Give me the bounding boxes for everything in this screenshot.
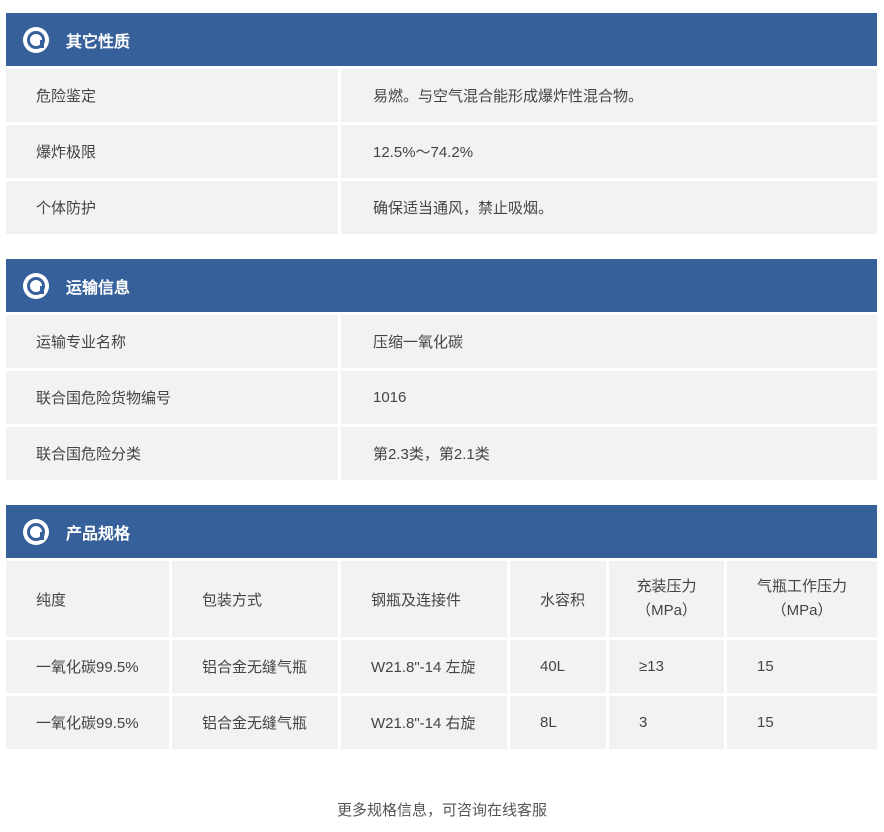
section-transport-info: 运输信息 运输专业名称 压缩一氧化碳 联合国危险货物编号 1016 联合国危险分… bbox=[6, 259, 877, 480]
table-row: 联合国危险货物编号 1016 bbox=[6, 371, 877, 424]
row-key: 个体防护 bbox=[6, 181, 338, 234]
section-title: 运输信息 bbox=[66, 279, 131, 297]
cell-cylinder: W21.8"-14 右旋 bbox=[341, 696, 507, 749]
brand-logo-icon bbox=[23, 272, 49, 299]
cell-cylinder: W21.8"-14 左旋 bbox=[341, 640, 507, 693]
section-other-properties: 其它性质 危险鉴定 易燃。与空气混合能形成爆炸性混合物。 爆炸极限 12.5%～… bbox=[6, 13, 877, 234]
row-value: 12.5%～74.2% bbox=[341, 125, 877, 178]
table-row: 一氧化碳99.5% 铝合金无缝气瓶 W21.8"-14 右旋 8L 3 15 bbox=[6, 696, 877, 749]
table-header-row: 纯度 包装方式 钢瓶及连接件 水容积 充装压力 （MPa） 气瓶工作压力 （MP… bbox=[6, 561, 877, 637]
row-key: 危险鉴定 bbox=[6, 69, 338, 122]
spec-table: 纯度 包装方式 钢瓶及连接件 水容积 充装压力 （MPa） 气瓶工作压力 （MP… bbox=[6, 561, 877, 749]
table-row: 运输专业名称 压缩一氧化碳 bbox=[6, 315, 877, 368]
cell-water-volume: 40L bbox=[510, 640, 606, 693]
table-row: 爆炸极限 12.5%～74.2% bbox=[6, 125, 877, 178]
section-header: 产品规格 bbox=[6, 505, 877, 558]
header-packaging: 包装方式 bbox=[172, 561, 338, 637]
header-water-volume: 水容积 bbox=[510, 561, 606, 637]
row-key: 运输专业名称 bbox=[6, 315, 338, 368]
table-row: 一氧化碳99.5% 铝合金无缝气瓶 W21.8"-14 左旋 40L ≥13 1… bbox=[6, 640, 877, 693]
row-key: 联合国危险分类 bbox=[6, 427, 338, 480]
brand-logo-icon bbox=[23, 518, 49, 545]
section-header: 运输信息 bbox=[6, 259, 877, 312]
cell-purity: 一氧化碳99.5% bbox=[6, 696, 169, 749]
cell-packaging: 铝合金无缝气瓶 bbox=[172, 696, 338, 749]
cell-work-pressure: 15 bbox=[727, 640, 877, 693]
section-header: 其它性质 bbox=[6, 13, 877, 66]
section-product-spec: 产品规格 纯度 包装方式 钢瓶及连接件 水容积 充装压力 （MPa） 气瓶工作压… bbox=[6, 505, 877, 749]
cell-work-pressure: 15 bbox=[727, 696, 877, 749]
header-fill-pressure-unit: （MPa） bbox=[636, 602, 697, 619]
cell-packaging: 铝合金无缝气瓶 bbox=[172, 640, 338, 693]
row-value: 1016 bbox=[341, 371, 877, 424]
row-value: 易燃。与空气混合能形成爆炸性混合物。 bbox=[341, 69, 877, 122]
header-purity: 纯度 bbox=[6, 561, 169, 637]
cell-purity: 一氧化碳99.5% bbox=[6, 640, 169, 693]
cell-fill-pressure: ≥13 bbox=[609, 640, 724, 693]
header-fill-pressure-label: 充装压力 bbox=[636, 578, 697, 595]
header-work-pressure-unit: （MPa） bbox=[771, 602, 833, 619]
contact-support-note: 更多规格信息，可咨询在线客服 bbox=[336, 802, 547, 819]
table-row: 危险鉴定 易燃。与空气混合能形成爆炸性混合物。 bbox=[6, 69, 877, 122]
row-key: 爆炸极限 bbox=[6, 125, 338, 178]
header-work-pressure-label: 气瓶工作压力 bbox=[756, 578, 847, 595]
table-row: 联合国危险分类 第2.3类，第2.1类 bbox=[6, 427, 877, 480]
row-value: 第2.3类，第2.1类 bbox=[341, 427, 877, 480]
section-title: 产品规格 bbox=[66, 525, 131, 543]
header-fill-pressure: 充装压力 （MPa） bbox=[609, 561, 724, 637]
cell-fill-pressure: 3 bbox=[609, 696, 724, 749]
brand-logo-icon bbox=[23, 26, 49, 53]
header-work-pressure: 气瓶工作压力 （MPa） bbox=[727, 561, 877, 637]
section-title: 其它性质 bbox=[66, 33, 131, 51]
cell-water-volume: 8L bbox=[510, 696, 606, 749]
header-cylinder: 钢瓶及连接件 bbox=[341, 561, 507, 637]
table-row: 个体防护 确保适当通风，禁止吸烟。 bbox=[6, 181, 877, 234]
row-value: 压缩一氧化碳 bbox=[341, 315, 877, 368]
row-value: 确保适当通风，禁止吸烟。 bbox=[341, 181, 877, 234]
row-key: 联合国危险货物编号 bbox=[6, 371, 338, 424]
